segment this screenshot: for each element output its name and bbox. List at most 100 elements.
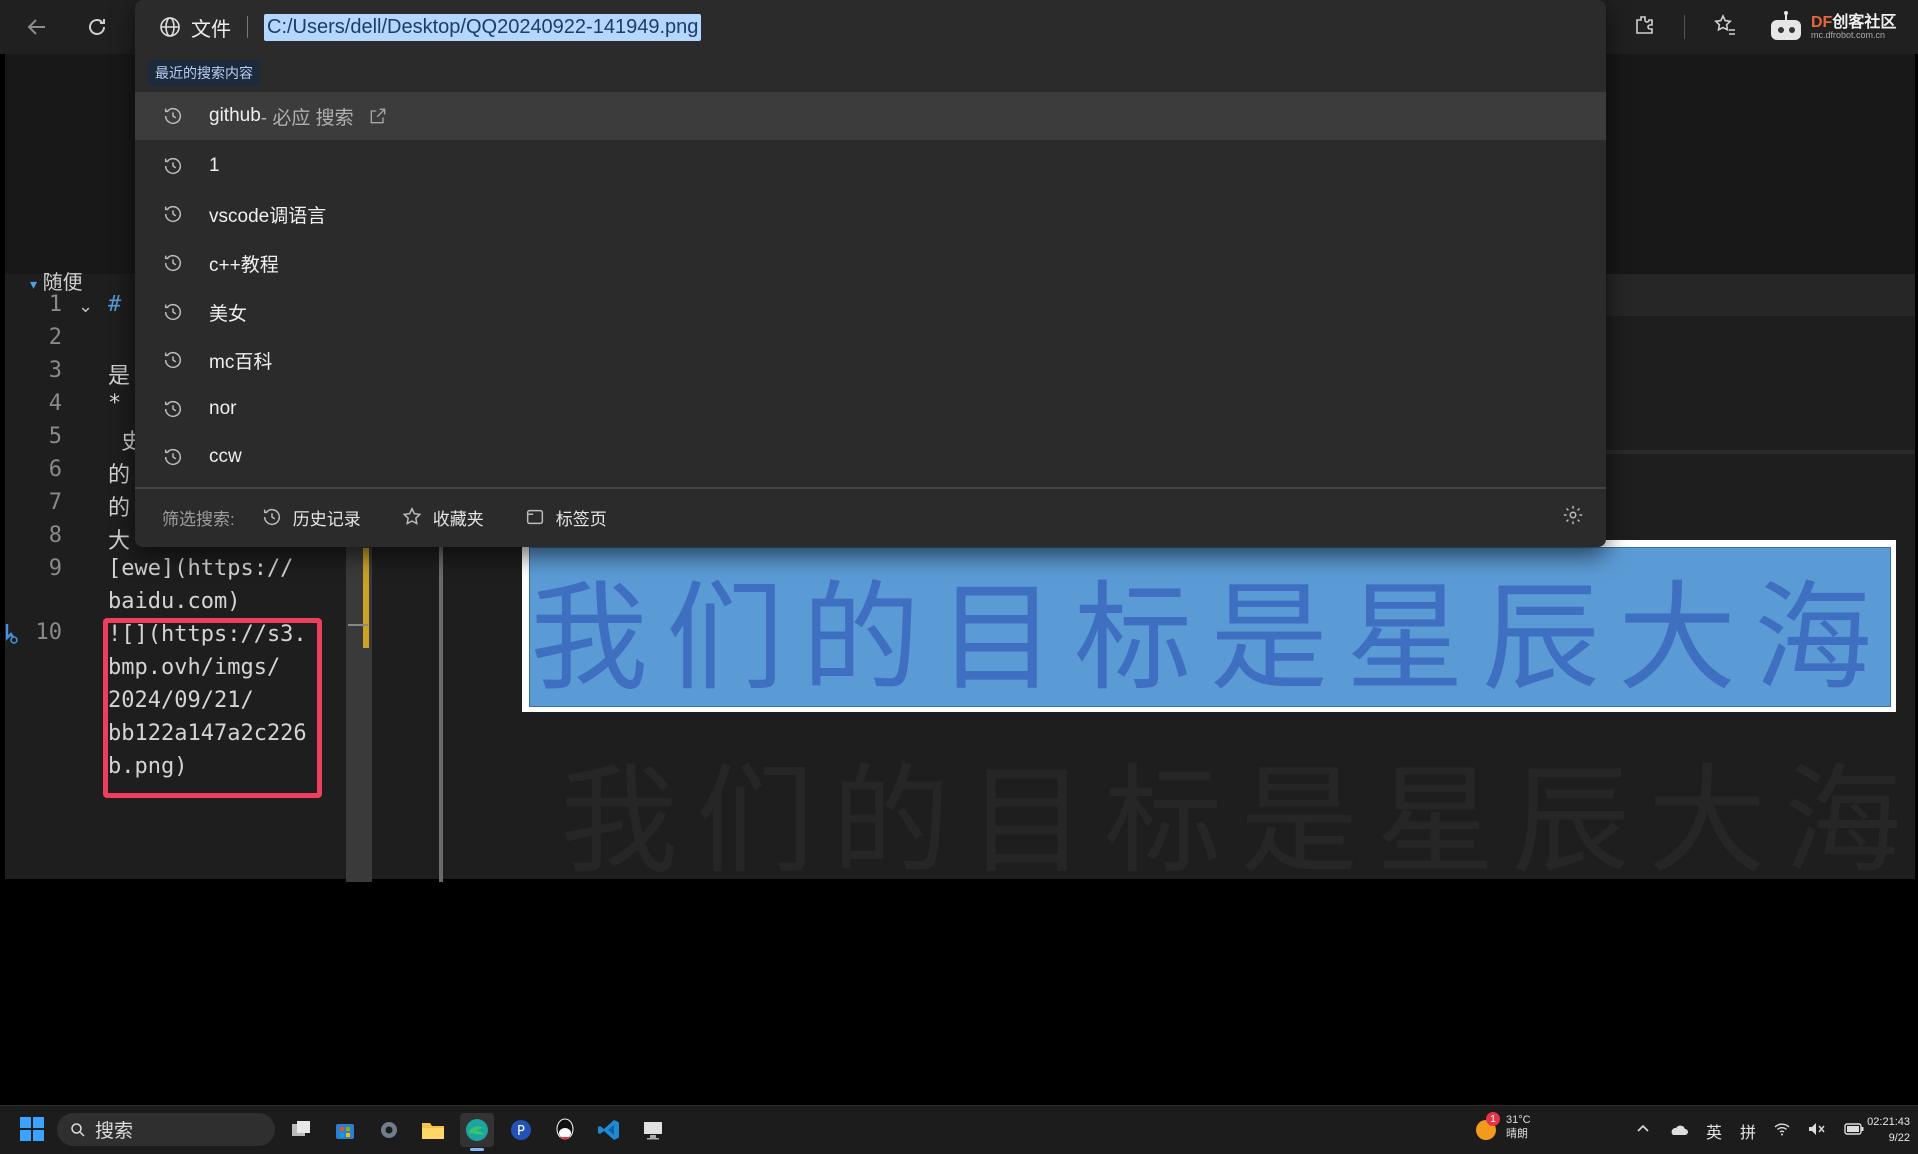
back-arrow-icon bbox=[27, 19, 45, 35]
line-number: 9 bbox=[48, 556, 62, 581]
suggestion-text: nor bbox=[209, 398, 237, 419]
code-line-4[interactable]: * bbox=[108, 391, 121, 416]
line-number: 6 bbox=[48, 457, 62, 482]
suggestion-text: ccw bbox=[209, 446, 242, 467]
remote-desktop-icon[interactable] bbox=[636, 1113, 670, 1147]
suggestion-item[interactable]: c++教程 bbox=[135, 239, 1606, 287]
history-icon bbox=[157, 301, 189, 323]
open-external-icon[interactable] bbox=[368, 106, 388, 126]
brand-domain: mc.dfrobot.com.cn bbox=[1811, 29, 1886, 40]
pycharm-icon[interactable]: P bbox=[504, 1113, 538, 1147]
filter-history-label: 历史记录 bbox=[292, 509, 361, 529]
clock[interactable]: 02:21:43 9/22 bbox=[1846, 1114, 1910, 1146]
suggestion-text: c++教程 bbox=[209, 254, 279, 276]
weather-badge: 1 bbox=[1486, 1112, 1500, 1126]
suggestion-suffix: - 必应 搜索 bbox=[260, 107, 354, 129]
suggestion-text: github bbox=[209, 105, 261, 126]
search-settings-button[interactable] bbox=[1562, 504, 1584, 531]
dropdown-separator bbox=[135, 487, 1606, 489]
weather-widget[interactable]: 1 31°C 晴朗 bbox=[1474, 1112, 1531, 1141]
code-line-8[interactable]: 大 bbox=[108, 523, 130, 555]
url-input[interactable]: C:/Users/dell/Desktop/QQ20240922-141949.… bbox=[264, 13, 702, 41]
breakpoint-hint-icon[interactable] bbox=[4, 622, 18, 644]
suggestion-item[interactable]: 美女 bbox=[135, 288, 1606, 336]
code-line-3[interactable]: 是 bbox=[108, 358, 130, 390]
filter-favorites-button[interactable]: 收藏夹 bbox=[401, 505, 484, 530]
ime-language[interactable]: 英 bbox=[1706, 1119, 1722, 1143]
suggestion-text: 美女 bbox=[209, 303, 248, 325]
tab-icon bbox=[526, 509, 543, 525]
volume-muted-icon[interactable] bbox=[1808, 1122, 1826, 1141]
wifi-icon[interactable] bbox=[1774, 1122, 1790, 1141]
puzzle-icon bbox=[1636, 15, 1653, 34]
filter-favorites-label: 收藏夹 bbox=[432, 509, 484, 529]
svg-text:P: P bbox=[517, 1124, 525, 1139]
qq-icon[interactable] bbox=[548, 1113, 582, 1147]
ime-mode[interactable]: 拼 bbox=[1740, 1119, 1756, 1143]
edge-browser-icon[interactable] bbox=[460, 1113, 494, 1147]
active-app-indicator bbox=[470, 1148, 484, 1151]
suggestion-item[interactable]: github - 必应 搜索 bbox=[135, 92, 1606, 140]
line-number: 7 bbox=[48, 490, 62, 515]
line-number: 4 bbox=[48, 391, 62, 416]
address-bar[interactable]: 文件 C:/Users/dell/Desktop/QQ20240922-1419… bbox=[135, 0, 1606, 54]
fold-chevron-icon[interactable]: ⌄ bbox=[78, 296, 93, 317]
suggestion-item[interactable]: mc百科 bbox=[135, 336, 1606, 384]
robot-logo-icon bbox=[1771, 11, 1801, 40]
toolbar-right-icons: DF创客社区 mc.dfrobot.com.cn bbox=[1632, 10, 1896, 44]
banner-text: 我们的目标是星辰大海 bbox=[530, 568, 1891, 707]
preview-image: 我们的目标是星辰大海 bbox=[529, 547, 1891, 707]
search-filter-bar: 筛选搜索: 历史记录 收藏夹 标签页 bbox=[135, 495, 1606, 539]
filter-label: 筛选搜索: bbox=[162, 509, 235, 529]
brand-name: 创客社区 bbox=[1832, 13, 1897, 31]
vscode-icon[interactable] bbox=[592, 1113, 626, 1147]
brand-prefix: DF bbox=[1811, 13, 1833, 31]
weather-desc: 晴朗 bbox=[1506, 1128, 1528, 1140]
scheme-label: 文件 bbox=[191, 18, 231, 41]
history-icon bbox=[157, 398, 189, 420]
dfrobot-logo[interactable]: DF创客社区 mc.dfrobot.com.cn bbox=[1765, 10, 1896, 44]
refresh-icon bbox=[89, 19, 105, 35]
recent-searches-label: 最近的搜索内容 bbox=[148, 60, 260, 86]
search-icon bbox=[71, 1122, 85, 1137]
clock-date: 9/22 bbox=[1888, 1132, 1910, 1144]
suggestion-item[interactable]: vscode调语言 bbox=[135, 190, 1606, 238]
suggestion-text: 1 bbox=[209, 155, 220, 176]
code-line-7[interactable]: 的 bbox=[108, 490, 130, 522]
filter-tabs-button[interactable]: 标签页 bbox=[524, 505, 607, 530]
filter-history-button[interactable]: 历史记录 bbox=[261, 505, 361, 530]
taskbar-search[interactable]: 搜索 bbox=[57, 1113, 275, 1146]
store-icon[interactable] bbox=[328, 1113, 362, 1147]
line-number: 2 bbox=[48, 325, 62, 350]
code-line-9-wrap[interactable]: baidu.com) bbox=[108, 589, 240, 614]
tray-expand-icon[interactable] bbox=[1636, 1122, 1650, 1141]
code-line-6[interactable]: 的 bbox=[108, 457, 130, 489]
code-line-9[interactable]: [ewe](https:// bbox=[108, 556, 293, 581]
favorites-button[interactable] bbox=[1713, 13, 1737, 42]
history-icon bbox=[157, 203, 189, 225]
extensions-button[interactable] bbox=[1632, 13, 1656, 42]
taskbar-search-placeholder: 搜索 bbox=[95, 1121, 134, 1142]
scrollbar-position bbox=[348, 624, 368, 626]
clock-time: 02:21:43 bbox=[1867, 1116, 1910, 1128]
onedrive-icon[interactable] bbox=[1668, 1122, 1688, 1141]
refresh-button[interactable] bbox=[82, 12, 112, 42]
filter-tabs-label: 标签页 bbox=[555, 509, 607, 529]
gear-icon bbox=[1563, 505, 1583, 524]
line-number: 8 bbox=[48, 523, 62, 548]
file-explorer-icon[interactable] bbox=[416, 1113, 450, 1147]
settings-icon[interactable] bbox=[372, 1113, 406, 1147]
code-line-1[interactable]: # bbox=[108, 292, 121, 317]
section-heading: ▾ 随便 bbox=[30, 272, 83, 294]
line-number: 3 bbox=[48, 358, 62, 383]
suggestion-item[interactable]: 1 bbox=[135, 142, 1606, 190]
history-icon bbox=[157, 105, 189, 127]
back-button[interactable] bbox=[22, 12, 52, 42]
task-view-icon[interactable] bbox=[284, 1113, 318, 1147]
suggestion-item[interactable]: ccw bbox=[135, 433, 1606, 481]
suggestion-item[interactable]: nor bbox=[135, 385, 1606, 433]
line-number: 5 bbox=[48, 424, 62, 449]
start-button[interactable] bbox=[19, 1116, 45, 1147]
address-divider bbox=[247, 16, 248, 38]
line-number: 1 bbox=[48, 292, 62, 317]
